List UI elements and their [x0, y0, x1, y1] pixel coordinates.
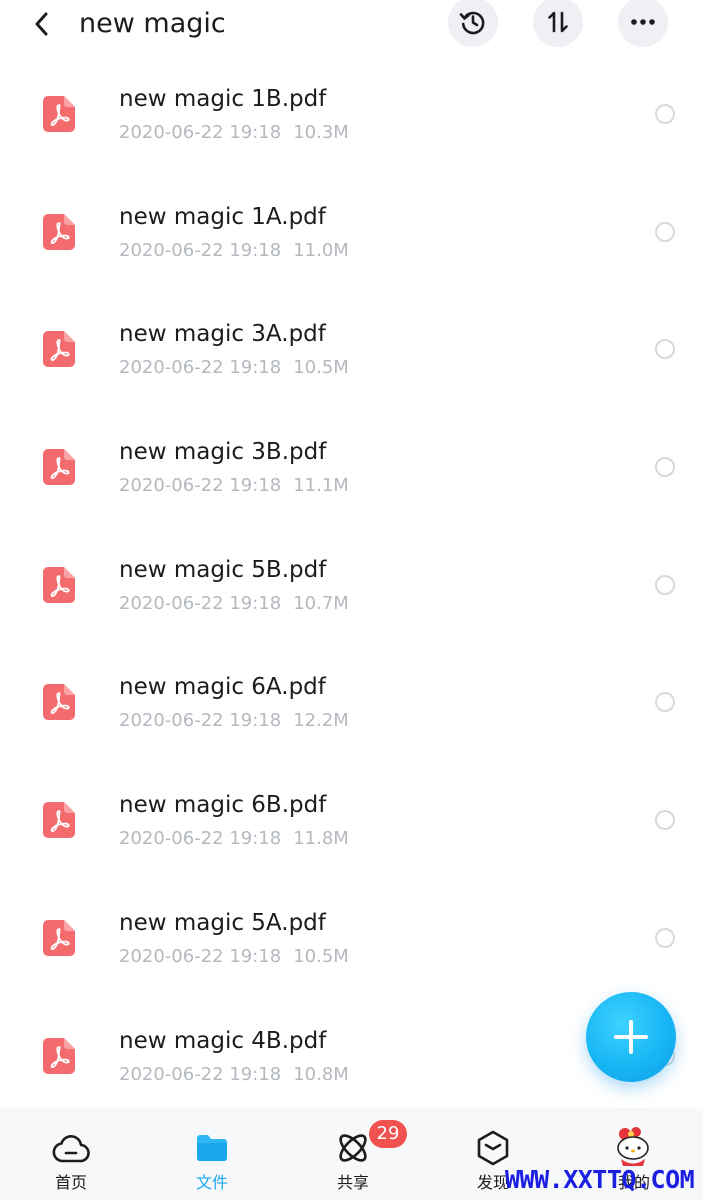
nav-share-label: 共享	[336, 1173, 369, 1192]
file-meta: 2020-06-22 19:18 10.5M	[119, 355, 349, 381]
file-name: new magic 5A.pdf	[119, 909, 326, 936]
file-size: 11.1M	[293, 475, 349, 497]
file-size: 10.5M	[293, 945, 349, 967]
sort-icon	[548, 11, 568, 33]
file-row[interactable]: new magic 5A.pdf 2020-06-22 19:18 10.5M	[0, 876, 703, 994]
file-row[interactable]: new magic 6B.pdf 2020-06-22 19:18 11.8M	[0, 758, 703, 876]
select-radio[interactable]	[655, 574, 675, 595]
back-button[interactable]	[26, 6, 58, 42]
add-button[interactable]	[586, 992, 676, 1082]
pdf-file-icon	[43, 684, 75, 721]
file-meta: 2020-06-22 19:18 11.1M	[119, 473, 349, 499]
history-icon	[459, 11, 485, 35]
file-row[interactable]: new magic 5B.pdf 2020-06-22 19:18 10.7M	[0, 523, 703, 641]
file-size: 11.0M	[293, 239, 349, 261]
select-radio[interactable]	[655, 104, 675, 124]
file-size: 10.7M	[293, 592, 349, 614]
pdf-file-icon	[43, 96, 75, 132]
file-name: new magic 1B.pdf	[119, 86, 327, 112]
cloud-icon	[51, 1128, 91, 1168]
chevron-left-icon	[35, 12, 48, 36]
folder-icon	[192, 1128, 232, 1168]
pdf-file-icon	[43, 919, 75, 956]
sort-button[interactable]	[533, 0, 583, 47]
file-meta: 2020-06-22 19:18 11.0M	[119, 238, 349, 264]
file-date: 2020-06-22 19:18	[119, 122, 282, 143]
share-badge: 29	[369, 1120, 407, 1148]
pdf-file-icon	[43, 802, 75, 839]
select-radio[interactable]	[655, 221, 675, 242]
atom-icon	[333, 1128, 373, 1168]
file-meta: 2020-06-22 19:18 12.2M	[119, 708, 349, 734]
file-list: new magic 1B.pdf 2020-06-22 19:18 10.3M n…	[0, 52, 703, 1111]
pdf-file-icon	[43, 1037, 75, 1074]
file-row[interactable]: new magic 6A.pdf 2020-06-22 19:18 12.2M	[0, 640, 703, 758]
pdf-file-icon	[43, 331, 75, 368]
nav-share[interactable]: 29 共享	[303, 1108, 407, 1200]
file-date: 2020-06-22 19:18	[119, 710, 282, 732]
history-button[interactable]	[448, 0, 498, 47]
file-name: new magic 3A.pdf	[119, 321, 326, 348]
top-bar: new magic	[0, 0, 703, 52]
nav-home-label: 首页	[54, 1173, 87, 1192]
pdf-file-icon	[43, 449, 75, 486]
file-meta: 2020-06-22 19:18 10.7M	[119, 591, 349, 617]
file-row[interactable]: new magic 3B.pdf 2020-06-22 19:18 11.1M	[0, 405, 703, 523]
file-meta: 2020-06-22 19:18 10.3M	[119, 120, 349, 146]
file-size: 11.8M	[293, 828, 349, 850]
file-size: 10.3M	[293, 122, 349, 143]
file-name: new magic 4B.pdf	[119, 1027, 327, 1054]
more-button[interactable]	[618, 0, 668, 47]
file-name: new magic 6B.pdf	[119, 792, 327, 819]
more-icon	[631, 19, 655, 25]
file-meta: 2020-06-22 19:18 10.5M	[119, 944, 349, 970]
plus-icon	[614, 1020, 648, 1054]
file-name: new magic 3B.pdf	[119, 439, 327, 466]
file-size: 10.8M	[293, 1063, 349, 1085]
select-radio[interactable]	[655, 692, 675, 713]
file-date: 2020-06-22 19:18	[119, 592, 282, 614]
file-name: new magic 1A.pdf	[119, 203, 326, 230]
file-date: 2020-06-22 19:18	[119, 475, 282, 497]
file-size: 10.5M	[293, 357, 349, 379]
cube-icon	[473, 1128, 513, 1168]
file-row[interactable]: new magic 1B.pdf 2020-06-22 19:18 10.3M	[0, 52, 703, 170]
file-meta: 2020-06-22 19:18 11.8M	[119, 826, 349, 852]
nav-files[interactable]: 文件	[162, 1108, 262, 1200]
avatar	[617, 1127, 649, 1166]
file-size: 12.2M	[293, 710, 349, 732]
select-radio[interactable]	[655, 339, 675, 360]
select-radio[interactable]	[655, 810, 675, 831]
pdf-file-icon	[43, 566, 75, 603]
file-date: 2020-06-22 19:18	[119, 357, 282, 379]
file-date: 2020-06-22 19:18	[119, 945, 282, 967]
file-row[interactable]: new magic 3A.pdf 2020-06-22 19:18 10.5M	[0, 287, 703, 405]
select-radio[interactable]	[655, 927, 675, 948]
file-name: new magic 6A.pdf	[119, 674, 326, 701]
watermark: WWW.XXTTQ.COM	[505, 1165, 695, 1194]
file-row[interactable]: new magic 1A.pdf 2020-06-22 19:18 11.0M	[0, 170, 703, 288]
nav-home[interactable]: 首页	[21, 1108, 121, 1200]
nav-files-label: 文件	[195, 1173, 228, 1192]
file-date: 2020-06-22 19:18	[119, 239, 282, 261]
file-date: 2020-06-22 19:18	[119, 828, 282, 850]
file-date: 2020-06-22 19:18	[119, 1063, 282, 1085]
file-name: new magic 5B.pdf	[119, 556, 327, 583]
file-meta: 2020-06-22 19:18 10.8M	[119, 1062, 349, 1088]
pdf-file-icon	[43, 213, 75, 250]
page-title: new magic	[79, 8, 226, 39]
select-radio[interactable]	[655, 457, 675, 478]
